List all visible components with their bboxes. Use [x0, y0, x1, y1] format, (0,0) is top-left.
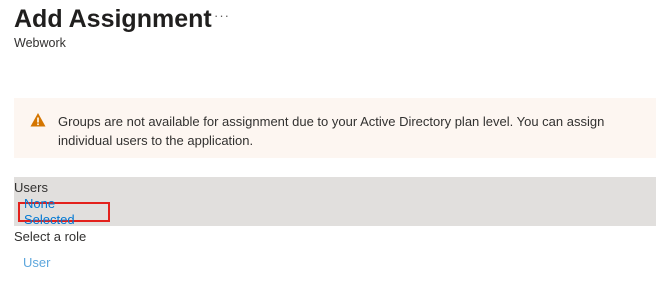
- title-row: Add Assignment: [14, 4, 212, 34]
- page-title: Add Assignment: [14, 5, 212, 33]
- users-selection-link[interactable]: None Selected: [18, 196, 110, 227]
- users-label: Users: [14, 180, 48, 195]
- warning-icon: [30, 113, 46, 127]
- warning-text: Groups are not available for assignment …: [58, 114, 605, 148]
- warning-banner: Groups are not available for assignment …: [14, 98, 656, 158]
- users-section: Users None Selected: [14, 177, 656, 227]
- more-options-button[interactable]: ···: [214, 8, 230, 23]
- select-role-label: Select a role: [14, 229, 87, 244]
- page-subtitle: Webwork: [14, 36, 66, 50]
- role-selection-link[interactable]: User: [23, 255, 50, 270]
